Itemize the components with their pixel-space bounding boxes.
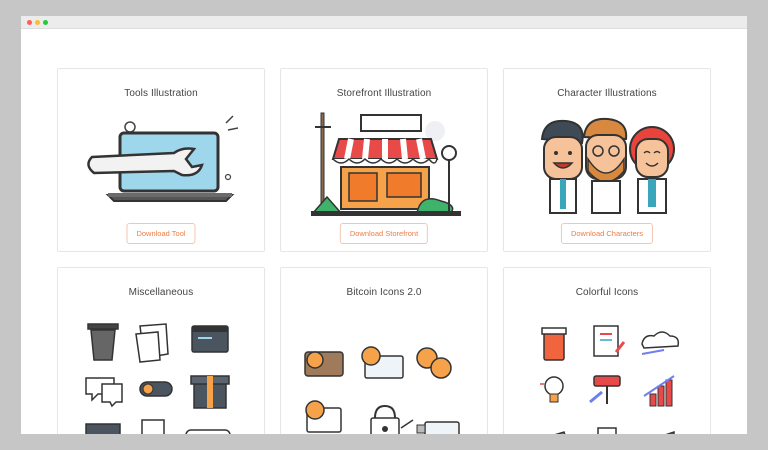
bitcoin-icons-icon xyxy=(304,346,460,434)
card-title: Character Illustrations xyxy=(557,88,657,99)
card-colorful-icons: Colorful Icons xyxy=(503,267,711,434)
storefront-illustration-icon xyxy=(311,112,461,216)
card-title: Colorful Icons xyxy=(575,287,639,298)
maximize-window-dot[interactable] xyxy=(43,20,48,25)
card-title: Bitcoin Icons 2.0 xyxy=(346,287,422,298)
characters-illustration-icon xyxy=(540,117,675,214)
close-window-dot[interactable] xyxy=(27,20,32,25)
card-title: Miscellaneous xyxy=(128,287,194,298)
wrench-laptop-illustration-icon xyxy=(87,115,239,202)
card-character-illustrations: Character Illustrations Download Charact… xyxy=(503,68,711,252)
card-miscellaneous: Miscellaneous xyxy=(57,267,265,434)
download-storefront-button[interactable]: Download Storefront xyxy=(339,223,429,244)
page-content: Tools Illustration Download Tool Storefr… xyxy=(21,29,747,434)
download-tool-button[interactable]: Download Tool xyxy=(126,223,196,244)
card-title: Tools Illustration xyxy=(124,88,198,99)
minimize-window-dot[interactable] xyxy=(35,20,40,25)
colorful-icons-icon xyxy=(540,325,680,434)
download-characters-button[interactable]: Download Characters xyxy=(560,223,654,244)
card-title: Storefront Illustration xyxy=(336,88,432,99)
card-storefront-illustration: Storefront Illustration Download Storefr… xyxy=(280,68,488,252)
card-bitcoin-icons: Bitcoin Icons 2.0 xyxy=(280,267,488,434)
card-tools-illustration: Tools Illustration Download Tool xyxy=(57,68,265,252)
window-titlebar xyxy=(21,16,747,29)
browser-window: Tools Illustration Download Tool Storefr… xyxy=(21,16,747,434)
misc-icons-icon xyxy=(85,323,231,434)
